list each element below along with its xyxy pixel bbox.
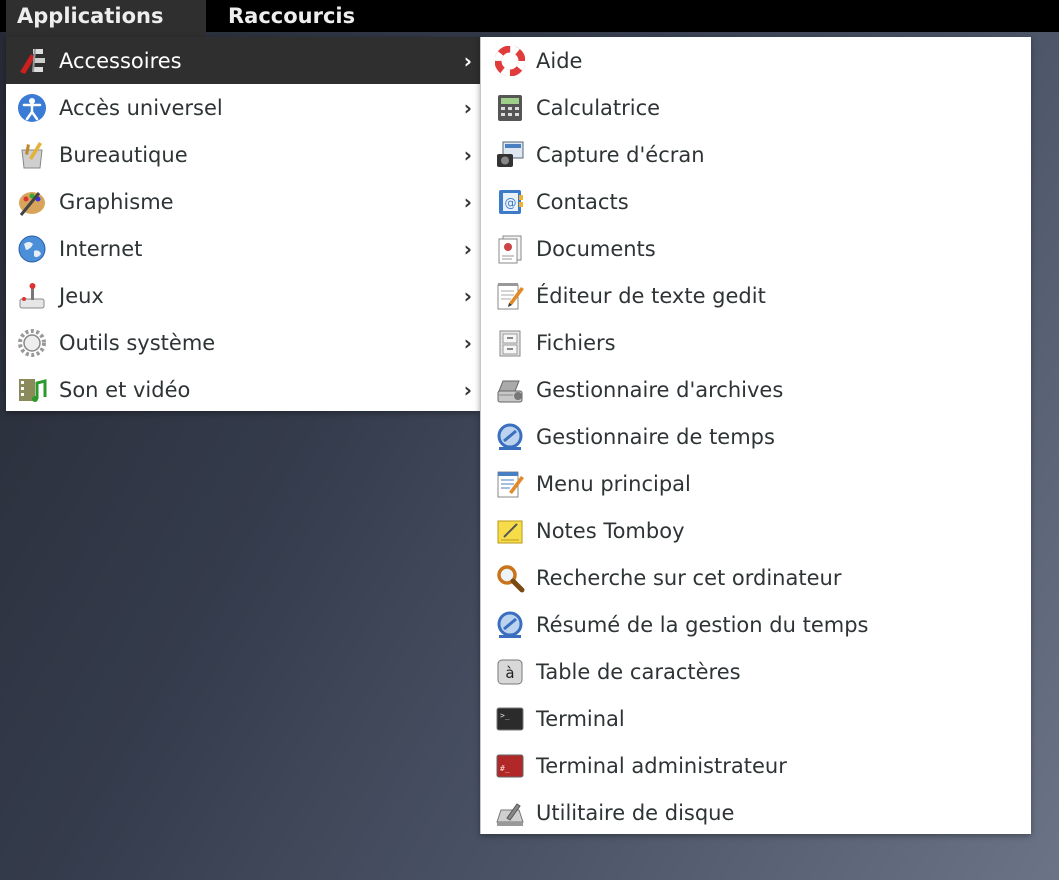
- submenu-item-label: Utilitaire de disque: [536, 800, 735, 825]
- office-icon: [17, 140, 47, 170]
- swiss-knife-icon: [17, 46, 47, 76]
- terminal-icon: >_: [495, 704, 525, 734]
- applications-menu: Accessoires › Accès universel › Bureauti…: [6, 37, 480, 411]
- menu-item-acces-universel[interactable]: Accès universel ›: [6, 84, 480, 131]
- menu-item-label: Bureautique: [59, 142, 188, 167]
- time-tracker-icon: [495, 422, 525, 452]
- root-prompt: #_: [500, 764, 510, 773]
- menu-editor-icon: [495, 469, 525, 499]
- svg-text:@: @: [505, 196, 517, 210]
- menu-item-label: Son et vidéo: [59, 377, 191, 402]
- lifebuoy-icon: [495, 45, 525, 76]
- submenu-arrow-icon: ›: [463, 189, 472, 214]
- file-cabinet-icon: [495, 328, 525, 358]
- submenu-arrow-icon: ›: [463, 330, 472, 355]
- submenu-item-terminal-admin[interactable]: #_ Terminal administrateur: [481, 742, 1031, 789]
- root-terminal-icon: #_: [495, 751, 525, 781]
- submenu-arrow-icon: ›: [463, 48, 472, 73]
- top-panel: Applications Raccourcis: [0, 0, 1059, 37]
- submenu-item-resume-temps[interactable]: Résumé de la gestion du temps: [481, 601, 1031, 648]
- search-icon: [495, 563, 525, 593]
- submenu-item-recherche[interactable]: Recherche sur cet ordinateur: [481, 554, 1031, 601]
- menu-item-label: Accessoires: [59, 48, 182, 73]
- submenu-item-label: Gestionnaire d'archives: [536, 377, 784, 402]
- disk-utility-icon: [495, 798, 525, 828]
- menu-item-label: Jeux: [59, 283, 104, 308]
- char-glyph: à: [505, 664, 514, 682]
- submenu-arrow-icon: ›: [463, 236, 472, 261]
- submenu-item-calculatrice[interactable]: Calculatrice: [481, 84, 1031, 131]
- submenu-item-label: Notes Tomboy: [536, 518, 685, 543]
- accessoires-submenu: Aide Calculatrice Capture d'écran @ Cont…: [480, 37, 1031, 834]
- document-viewer-icon: [495, 234, 525, 264]
- menu-item-label: Internet: [59, 236, 143, 261]
- sticky-note-icon: [495, 516, 525, 546]
- submenu-item-label: Fichiers: [536, 330, 616, 355]
- gear-icon: [17, 328, 47, 358]
- screenshot-icon: [495, 140, 525, 170]
- submenu-item-label: Contacts: [536, 189, 629, 214]
- submenu-item-label: Éditeur de texte gedit: [536, 283, 766, 308]
- submenu-item-label: Table de caractères: [536, 659, 741, 684]
- submenu-item-contacts[interactable]: @ Contacts: [481, 178, 1031, 225]
- submenu-arrow-icon: ›: [463, 95, 472, 120]
- submenu-item-label: Résumé de la gestion du temps: [536, 612, 869, 637]
- applications-menu-button[interactable]: Applications: [6, 0, 206, 37]
- globe-icon: [17, 234, 47, 264]
- submenu-item-label: Calculatrice: [536, 95, 661, 120]
- submenu-item-aide[interactable]: Aide: [481, 37, 1031, 84]
- joystick-icon: [17, 281, 47, 311]
- menu-item-bureautique[interactable]: Bureautique ›: [6, 131, 480, 178]
- terminal-prompt: >_: [500, 711, 510, 720]
- menu-item-jeux[interactable]: Jeux ›: [6, 272, 480, 319]
- submenu-item-terminal[interactable]: >_ Terminal: [481, 695, 1031, 742]
- menu-item-internet[interactable]: Internet ›: [6, 225, 480, 272]
- time-tracker-icon: [495, 610, 525, 640]
- submenu-arrow-icon: ›: [463, 142, 472, 167]
- character-map-icon: à: [495, 657, 525, 687]
- submenu-item-capture[interactable]: Capture d'écran: [481, 131, 1031, 178]
- submenu-item-documents[interactable]: Documents: [481, 225, 1031, 272]
- submenu-arrow-icon: ›: [463, 377, 472, 402]
- submenu-item-archives[interactable]: Gestionnaire d'archives: [481, 366, 1031, 413]
- submenu-item-label: Terminal administrateur: [536, 753, 787, 778]
- submenu-item-menu-principal[interactable]: Menu principal: [481, 460, 1031, 507]
- submenu-item-fichiers[interactable]: Fichiers: [481, 319, 1031, 366]
- submenu-item-label: Gestionnaire de temps: [536, 424, 775, 449]
- archive-manager-icon: [495, 375, 525, 405]
- submenu-item-gestionnaire-temps[interactable]: Gestionnaire de temps: [481, 413, 1031, 460]
- address-book-icon: @: [495, 187, 525, 217]
- submenu-item-tomboy[interactable]: Notes Tomboy: [481, 507, 1031, 554]
- submenu-item-label: Aide: [536, 48, 583, 73]
- palette-icon: [17, 187, 47, 217]
- submenu-item-utilitaire-disque[interactable]: Utilitaire de disque: [481, 789, 1031, 836]
- calculator-icon: [495, 93, 525, 123]
- menu-item-outils-systeme[interactable]: Outils système ›: [6, 319, 480, 366]
- text-editor-icon: [495, 281, 525, 311]
- submenu-item-gedit[interactable]: Éditeur de texte gedit: [481, 272, 1031, 319]
- menu-item-graphisme[interactable]: Graphisme ›: [6, 178, 480, 225]
- submenu-item-label: Menu principal: [536, 471, 691, 496]
- submenu-item-label: Recherche sur cet ordinateur: [536, 565, 842, 590]
- menu-item-label: Graphisme: [59, 189, 174, 214]
- menu-item-accessoires[interactable]: Accessoires ›: [6, 37, 480, 84]
- raccourcis-menu-button[interactable]: Raccourcis: [218, 0, 365, 32]
- submenu-item-label: Capture d'écran: [536, 142, 705, 167]
- accessibility-icon: [17, 93, 47, 123]
- submenu-item-label: Documents: [536, 236, 656, 261]
- menu-item-son-et-video[interactable]: Son et vidéo ›: [6, 366, 480, 413]
- submenu-item-label: Terminal: [536, 706, 625, 731]
- film-music-icon: [17, 375, 47, 405]
- menu-item-label: Outils système: [59, 330, 216, 355]
- submenu-arrow-icon: ›: [463, 283, 472, 308]
- submenu-item-table-caracteres[interactable]: à Table de caractères: [481, 648, 1031, 695]
- menu-item-label: Accès universel: [59, 95, 223, 120]
